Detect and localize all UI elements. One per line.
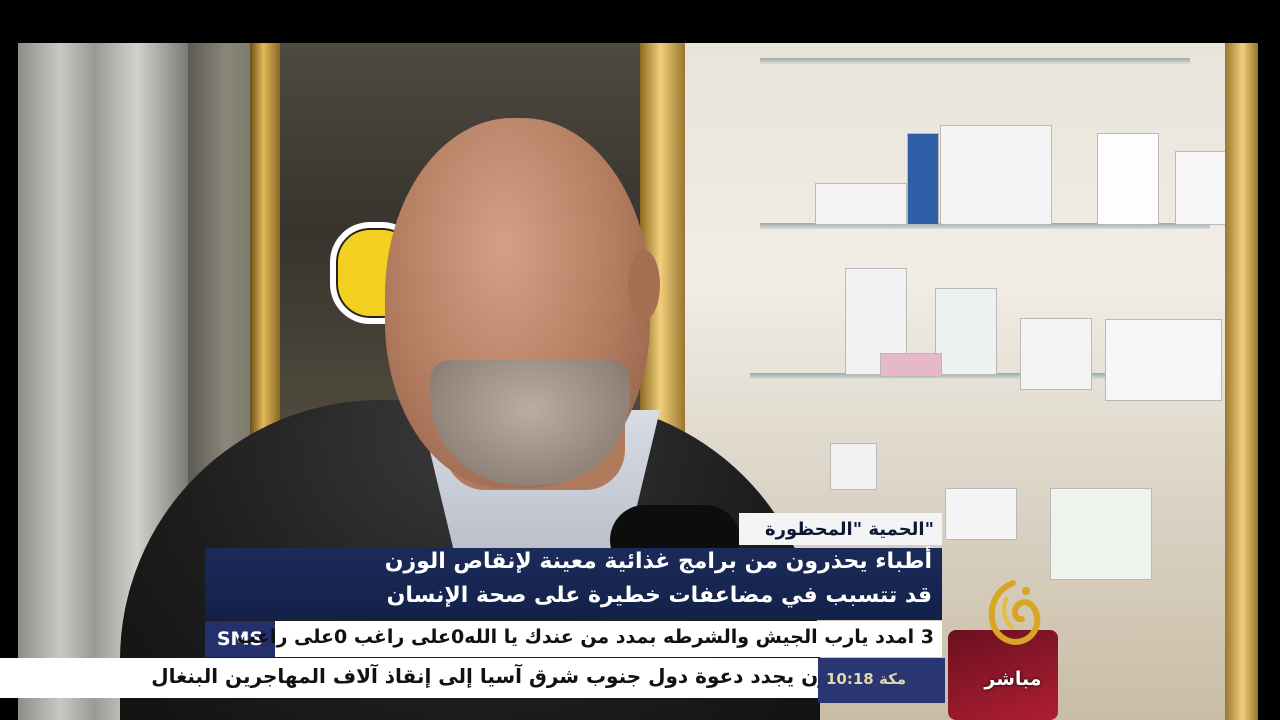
headline-line-2: قد تتسبب في مضاعفات خطيرة على صحة الإنسا… bbox=[386, 583, 932, 608]
live-label: مباشر bbox=[984, 668, 1042, 690]
medicine-box bbox=[1097, 133, 1159, 225]
sms-message: 3 امدد يارب الجيش والشرطه بمدد من عندك ي… bbox=[236, 626, 934, 648]
medicine-box bbox=[940, 125, 1052, 225]
headline-box: أطباء يحذرون من برامج غذائية معينة لإنقا… bbox=[205, 548, 942, 620]
letterbox-top bbox=[0, 0, 1280, 43]
medicine-box bbox=[945, 488, 1017, 540]
medicine-box bbox=[1020, 318, 1092, 390]
topic-tag-text: الحمية "المحظورة" bbox=[764, 518, 934, 540]
medicine-box bbox=[880, 353, 942, 377]
sms-ticker: SMS 3 امدد يارب الجيش والشرطه بمدد من عن… bbox=[205, 621, 942, 657]
medicine-box bbox=[1105, 319, 1222, 401]
letterbox-left bbox=[0, 0, 18, 720]
glass-shelf bbox=[760, 58, 1190, 64]
news-ticker: بان غي مون يجدد دعوة دول جنوب شرق آسيا إ… bbox=[0, 658, 945, 698]
medicine-box bbox=[1050, 488, 1152, 580]
medicine-box bbox=[815, 183, 907, 225]
medicine-box bbox=[830, 443, 877, 490]
clock-text: مكة 10:18 bbox=[826, 670, 907, 688]
gold-frame bbox=[1225, 43, 1260, 720]
clock-box: مكة 10:18 bbox=[818, 658, 945, 703]
medicine-box bbox=[935, 288, 997, 375]
person-ear bbox=[628, 250, 660, 320]
headline-line-1: أطباء يحذرون من برامج غذائية معينة لإنقا… bbox=[384, 549, 932, 574]
topic-tag: الحمية "المحظورة" bbox=[739, 513, 942, 545]
news-ticker-text: بان غي مون يجدد دعوة دول جنوب شرق آسيا إ… bbox=[151, 664, 923, 688]
letterbox-right bbox=[1258, 0, 1280, 720]
medicine-box bbox=[907, 133, 939, 225]
aljazeera-logo-icon bbox=[988, 580, 1041, 645]
